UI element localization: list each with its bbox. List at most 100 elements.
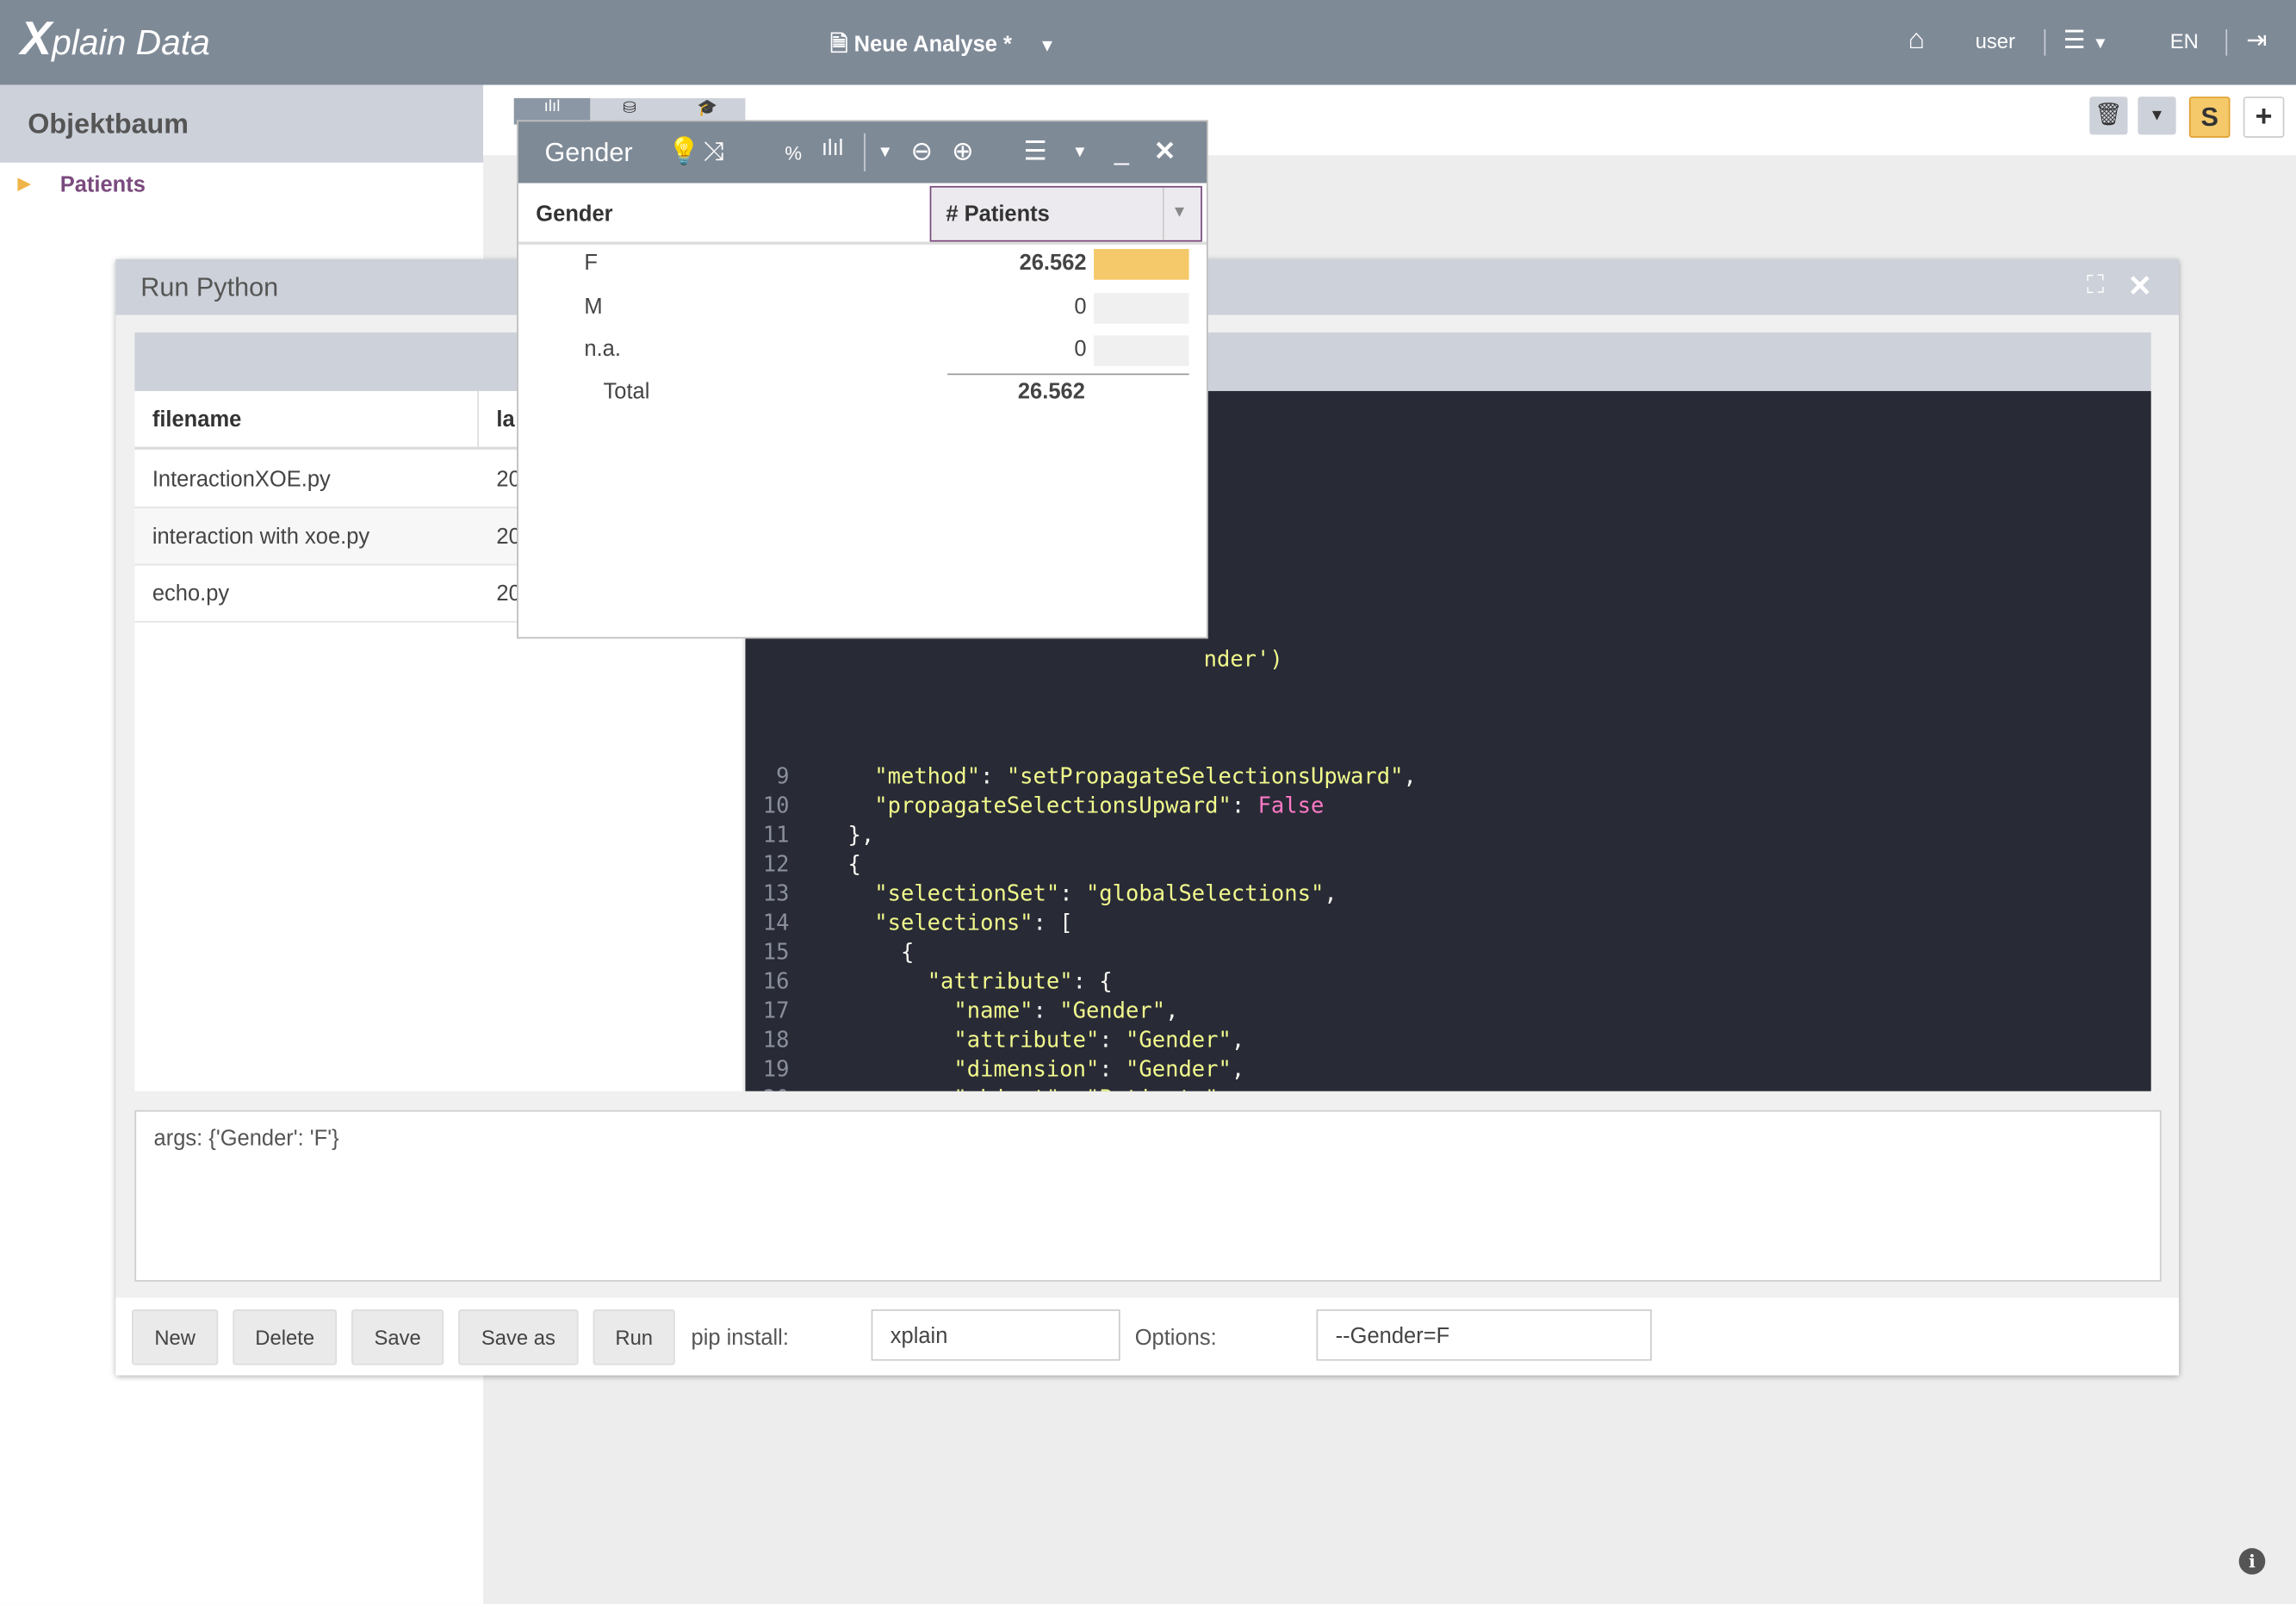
gender-row-n.a.[interactable]: n.a. 0	[518, 330, 1207, 372]
popup-header[interactable]: Gender 💡 ⤨ % ılıl ▼ ⊖ ⊕ ☰ ▼ _ ✕	[518, 121, 1207, 183]
options-input[interactable]: --Gender=F	[1316, 1309, 1652, 1361]
code-line: 14 "selections": [	[745, 909, 1073, 939]
info-icon[interactable]: i	[2238, 1548, 2266, 1575]
line-number: 20	[745, 1085, 790, 1091]
options-label: Options:	[1134, 1325, 1217, 1351]
shuffle-icon[interactable]: ⤨	[703, 136, 723, 167]
expand-arrow-icon[interactable]: ▶	[17, 173, 31, 194]
code-line: 15 {	[745, 938, 915, 968]
save-button[interactable]: Save	[351, 1309, 444, 1365]
save-as-button[interactable]: Save as	[458, 1309, 579, 1365]
line-number: 16	[762, 967, 790, 995]
row-value: 26.562	[1019, 250, 1087, 276]
chevron-down-icon[interactable]: ▼	[877, 144, 893, 161]
row-label: n.a.	[584, 337, 621, 362]
gender-row-M[interactable]: M0	[518, 286, 1207, 328]
add-button[interactable]: +	[2243, 96, 2285, 138]
divider	[2225, 29, 2228, 56]
pip-label: pip install:	[691, 1325, 789, 1351]
line-number: 15	[762, 938, 790, 966]
lightbulb-icon[interactable]: 💡	[667, 136, 700, 167]
total-label: Total	[603, 379, 650, 405]
user-menu[interactable]: user	[1976, 29, 2015, 53]
plus-circle-icon[interactable]: ⊕	[952, 136, 974, 167]
gender-popup: Gender 💡 ⤨ % ılıl ▼ ⊖ ⊕ ☰ ▼ _ ✕ Gender #…	[517, 120, 1208, 639]
code-line: 12 {	[745, 850, 861, 880]
top-bar: Xplain Data 🗎 Neue Analyse * ▼ ⌂ user ☰ …	[0, 0, 2296, 85]
logo: Xplain Data	[20, 11, 210, 65]
value-bar	[1094, 249, 1189, 280]
line-number: 11	[762, 821, 790, 849]
row-value: 0	[1074, 337, 1087, 362]
column-header-label: # Patients	[946, 202, 1050, 227]
divider	[1163, 187, 1164, 240]
code-line: 9 "method": "setPropagateSelectionsUpwar…	[745, 762, 1417, 793]
total-row: Total 26.562	[518, 378, 1207, 420]
chevron-down-icon[interactable]: ▼	[1072, 144, 1089, 161]
line-number: 17	[762, 997, 790, 1024]
line-number: 19	[762, 1055, 790, 1083]
code-line: 20 "object": "Patients"	[745, 1085, 1219, 1091]
list-icon[interactable]: ☰ ▼	[2063, 27, 2108, 56]
bar-chart-icon[interactable]: ılıl	[822, 136, 844, 161]
analysis-title[interactable]: 🗎 Neue Analyse * ▼	[830, 29, 1056, 66]
line-number: 18	[762, 1026, 790, 1054]
new-button[interactable]: New	[132, 1309, 219, 1365]
line-number: 12	[762, 850, 790, 878]
value-bar	[1094, 335, 1189, 367]
pip-install-input[interactable]: xplain	[871, 1309, 1120, 1361]
list-icon[interactable]: ☰	[1023, 136, 1046, 167]
row-label: F	[584, 250, 598, 276]
close-icon[interactable]: ✕	[1154, 136, 1176, 167]
sidebar-header: Objektbaum	[0, 84, 484, 163]
chevron-down-icon[interactable]: ▼	[1171, 203, 1188, 221]
delete-button[interactable]: Delete	[233, 1309, 338, 1365]
filename-cell: InteractionXOE.py	[152, 467, 331, 493]
sidebar-item-patients[interactable]: Patients	[60, 173, 146, 198]
minus-circle-icon[interactable]: ⊖	[911, 136, 934, 167]
line-number: 9	[776, 762, 790, 790]
logout-icon[interactable]: ⇥	[2246, 27, 2267, 56]
run-button[interactable]: Run	[593, 1309, 675, 1365]
popup-title: Gender	[544, 137, 633, 167]
dialog-footer: New Delete Save Save as Run pip install:…	[115, 1297, 2179, 1376]
file-icon: 🗎	[830, 32, 854, 58]
popup-table-header: Gender # Patients ▼	[518, 185, 1207, 245]
chevron-down-icon[interactable]: ▼	[1039, 35, 1056, 56]
dialog-title: Run Python	[140, 272, 279, 302]
column-header-gender[interactable]: Gender	[536, 202, 612, 227]
code-line: 10 "propagateSelectionsUpward": False	[745, 792, 1325, 822]
value-bar	[1094, 292, 1189, 323]
column-header-date[interactable]: la	[496, 407, 514, 432]
maximize-icon[interactable]: ⛶	[2087, 271, 2104, 301]
column-header-patients[interactable]: # Patients ▼	[929, 185, 1202, 242]
trash-icon[interactable]: 🗑	[2089, 96, 2128, 135]
output-area[interactable]: args: {'Gender': 'F'}	[134, 1110, 2162, 1282]
code-line-partial: nder')	[1203, 645, 1283, 673]
column-header-filename[interactable]: filename	[152, 407, 241, 432]
row-value: 0	[1074, 293, 1087, 319]
line-number: 13	[762, 880, 790, 907]
column-divider	[477, 390, 479, 447]
total-divider	[947, 373, 1189, 376]
total-value: 26.562	[1017, 379, 1085, 405]
percent-icon[interactable]: %	[785, 142, 802, 165]
home-icon[interactable]: ⌂	[1908, 25, 1925, 57]
minimize-icon[interactable]: _	[1114, 136, 1129, 167]
gender-row-F[interactable]: F 26.562	[518, 243, 1207, 285]
line-number: 10	[762, 792, 790, 819]
output-text: args: {'Gender': 'F'}	[153, 1126, 339, 1152]
sidebar-title: Objektbaum	[28, 109, 189, 141]
save-state-button[interactable]: S	[2188, 96, 2231, 138]
code-line: 18 "attribute": "Gender",	[745, 1027, 1244, 1056]
row-label: M	[584, 293, 603, 319]
filename-cell: interaction with xoe.py	[152, 524, 370, 550]
filename-cell: echo.py	[152, 581, 230, 606]
chevron-down-icon[interactable]: ▼	[2138, 96, 2176, 135]
divider	[2044, 29, 2046, 56]
line-number: 14	[762, 909, 790, 936]
code-line: 11 },	[745, 821, 875, 851]
language-selector[interactable]: EN	[2170, 29, 2199, 53]
code-line: 13 "selectionSet": "globalSelections",	[745, 880, 1337, 910]
close-icon[interactable]: ✕	[2127, 268, 2152, 305]
